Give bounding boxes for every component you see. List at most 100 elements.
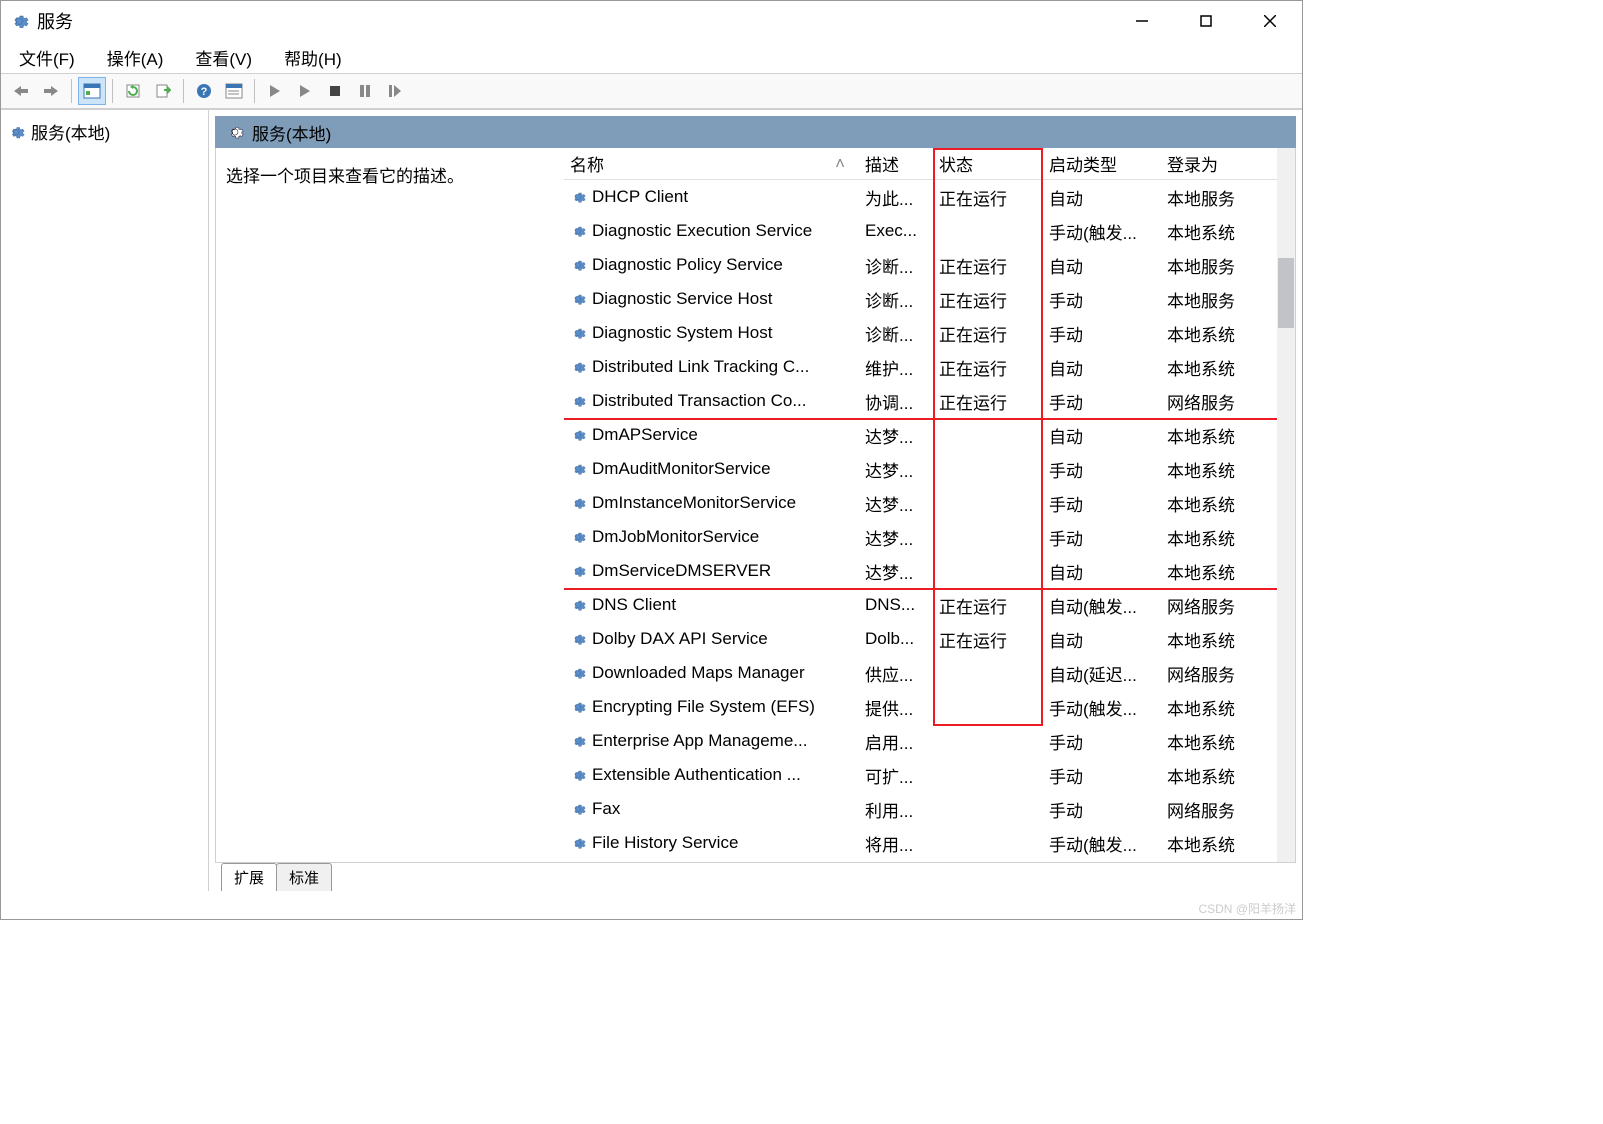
start-service-alt-button[interactable]	[291, 77, 319, 105]
menu-view[interactable]: 查看(V)	[189, 43, 258, 72]
service-logon: 本地系统	[1161, 489, 1271, 518]
service-name: Fax	[592, 799, 620, 819]
gear-icon	[570, 699, 586, 715]
refresh-button[interactable]	[119, 77, 147, 105]
main-area: 服务(本地) 服务(本地) 选择一个项目来查看它的描述。 名称˄ 描述 状态 启…	[1, 109, 1302, 891]
tab-extended[interactable]: 扩展	[221, 863, 277, 891]
restart-service-button[interactable]	[381, 77, 409, 105]
service-logon: 本地服务	[1161, 251, 1271, 280]
service-row[interactable]: Diagnostic Policy Service诊断...正在运行自动本地服务	[564, 248, 1295, 282]
service-row[interactable]: Downloaded Maps Manager供应...自动(延迟...网络服务	[564, 656, 1295, 690]
pause-service-button[interactable]	[351, 77, 379, 105]
gear-icon	[570, 665, 586, 681]
service-desc: 达梦...	[859, 557, 933, 586]
service-desc: 诊断...	[859, 319, 933, 348]
service-start-type: 自动	[1043, 251, 1161, 280]
gear-icon	[570, 563, 586, 579]
service-row[interactable]: Extensible Authentication ...可扩...手动本地系统	[564, 758, 1295, 792]
col-header-logon[interactable]: 登录为	[1161, 148, 1271, 180]
scrollbar-thumb[interactable]	[1278, 258, 1294, 328]
vertical-scrollbar[interactable]	[1277, 148, 1295, 862]
properties-button[interactable]	[220, 77, 248, 105]
service-row[interactable]: Diagnostic Service Host诊断...正在运行手动本地服务	[564, 282, 1295, 316]
service-status: 正在运行	[933, 353, 1043, 382]
maximize-button[interactable]	[1186, 6, 1226, 36]
service-row[interactable]: DmAuditMonitorService达梦...手动本地系统	[564, 452, 1295, 486]
minimize-button[interactable]	[1122, 6, 1162, 36]
content-header: 服务(本地)	[215, 116, 1296, 148]
service-status: 正在运行	[933, 183, 1043, 212]
service-row[interactable]: DHCP Client为此...正在运行自动本地服务	[564, 180, 1295, 214]
service-logon: 本地系统	[1161, 319, 1271, 348]
service-row[interactable]: DmAPService达梦...自动本地系统	[564, 418, 1295, 452]
show-hide-tree-button[interactable]	[78, 77, 106, 105]
service-name: Downloaded Maps Manager	[592, 663, 805, 683]
app-icon	[9, 11, 29, 31]
service-row[interactable]: Enterprise App Manageme...启用...手动本地系统	[564, 724, 1295, 758]
gear-icon	[570, 427, 586, 443]
service-row[interactable]: Distributed Transaction Co...协调...正在运行手动…	[564, 384, 1295, 418]
gear-icon	[570, 325, 586, 341]
col-header-name[interactable]: 名称˄	[564, 148, 859, 180]
gear-icon	[570, 529, 586, 545]
service-desc: Exec...	[859, 219, 933, 243]
gear-icon	[570, 767, 586, 783]
service-start-type: 自动(延迟...	[1043, 659, 1161, 688]
service-row[interactable]: Encrypting File System (EFS)提供...手动(触发..…	[564, 690, 1295, 724]
service-start-type: 手动(触发...	[1043, 829, 1161, 858]
tree-root-services[interactable]: 服务(本地)	[1, 116, 208, 147]
list-header: 名称˄ 描述 状态 启动类型 登录为	[564, 148, 1295, 180]
service-logon: 本地系统	[1161, 829, 1271, 858]
service-logon: 本地系统	[1161, 523, 1271, 552]
service-logon: 本地服务	[1161, 285, 1271, 314]
service-status	[933, 569, 1043, 573]
start-service-button[interactable]	[261, 77, 289, 105]
export-button[interactable]	[149, 77, 177, 105]
service-row[interactable]: DmInstanceMonitorService 达梦... 手动本地系统	[564, 486, 1295, 520]
service-name: DmAPService	[592, 425, 698, 445]
service-row[interactable]: Fax利用...手动网络服务	[564, 792, 1295, 826]
service-start-type: 手动	[1043, 523, 1161, 552]
services-list[interactable]: 名称˄ 描述 状态 启动类型 登录为 DHCP Client为此...正在运行自…	[564, 148, 1295, 862]
service-start-type: 手动	[1043, 795, 1161, 824]
service-logon: 本地系统	[1161, 421, 1271, 450]
tab-standard[interactable]: 标准	[276, 863, 332, 891]
service-row[interactable]: Diagnostic System Host诊断...正在运行手动本地系统	[564, 316, 1295, 350]
service-name: DmJobMonitorService	[592, 527, 759, 547]
gear-icon	[570, 223, 586, 239]
service-row[interactable]: Diagnostic Execution ServiceExec...手动(触发…	[564, 214, 1295, 248]
service-row[interactable]: DmJobMonitorService达梦...手动本地系统	[564, 520, 1295, 554]
service-desc: 达梦...	[859, 489, 933, 518]
service-start-type: 手动	[1043, 489, 1161, 518]
service-logon: 本地系统	[1161, 727, 1271, 756]
service-name: Dolby DAX API Service	[592, 629, 768, 649]
menu-file[interactable]: 文件(F)	[13, 43, 81, 72]
service-row[interactable]: File History Service将用...手动(触发...本地系统	[564, 826, 1295, 860]
toolbar: ?	[1, 73, 1302, 109]
forward-button[interactable]	[37, 77, 65, 105]
stop-service-button[interactable]	[321, 77, 349, 105]
menu-action[interactable]: 操作(A)	[101, 43, 170, 72]
col-header-status[interactable]: 状态	[933, 148, 1043, 180]
service-status	[933, 841, 1043, 845]
col-header-start[interactable]: 启动类型	[1043, 148, 1161, 180]
close-button[interactable]	[1250, 6, 1290, 36]
help-button[interactable]: ?	[190, 77, 218, 105]
svg-text:?: ?	[201, 86, 208, 98]
service-row[interactable]: Distributed Link Tracking C...维护...正在运行自…	[564, 350, 1295, 384]
service-name: DmInstanceMonitorService	[592, 493, 796, 513]
service-row[interactable]: Dolby DAX API ServiceDolb...正在运行自动本地系统	[564, 622, 1295, 656]
menu-help[interactable]: 帮助(H)	[278, 43, 348, 72]
service-row[interactable]: DNS ClientDNS...正在运行自动(触发...网络服务	[564, 588, 1295, 622]
service-status	[933, 433, 1043, 437]
service-name: Diagnostic System Host	[592, 323, 772, 343]
service-row[interactable]: DmServiceDMSERVER达梦...自动本地系统	[564, 554, 1295, 588]
service-start-type: 手动	[1043, 285, 1161, 314]
service-name: Diagnostic Service Host	[592, 289, 772, 309]
menubar: 文件(F) 操作(A) 查看(V) 帮助(H)	[1, 41, 1302, 73]
service-logon: 本地系统	[1161, 693, 1271, 722]
col-header-desc[interactable]: 描述	[859, 148, 933, 180]
service-name: Distributed Link Tracking C...	[592, 357, 809, 377]
back-button[interactable]	[7, 77, 35, 105]
toolbar-separator	[112, 79, 113, 103]
